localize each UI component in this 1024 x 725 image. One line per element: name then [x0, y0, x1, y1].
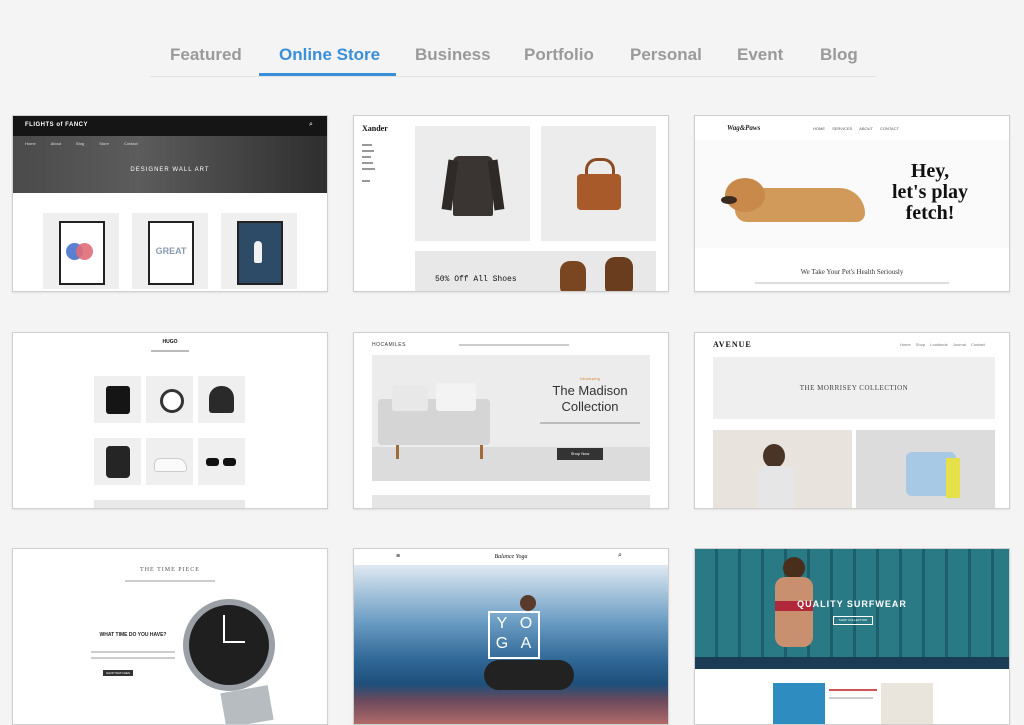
template-nav: Home Shop Lookbook Journal Contact: [900, 342, 985, 347]
tab-featured[interactable]: Featured: [170, 45, 242, 65]
lookbook-image: [713, 430, 852, 508]
product-jacket: [94, 438, 141, 485]
product-bag: [541, 126, 656, 241]
template-logo: Wag&Paws: [727, 124, 761, 132]
template-logo: Xander: [362, 124, 388, 133]
search-icon: ⌕: [309, 121, 313, 128]
template-logo: HOCAMILES: [372, 342, 406, 348]
hero-title: DESIGNER WALL ART: [130, 167, 210, 173]
template-nav: Home About Blog Store Contact: [25, 141, 138, 146]
product-image: [773, 683, 825, 724]
template-nav: HOME SERVICES ABOUT CONTACT: [813, 126, 900, 131]
product-image: [881, 683, 933, 724]
product-beanie: [198, 376, 245, 423]
template-card-hugo[interactable]: HUGO: [12, 332, 328, 509]
hero-question: WHAT TIME DO YOU HAVE?: [99, 632, 167, 638]
collection-banner: THE MORRISEY COLLECTION: [713, 357, 995, 419]
product-print: [43, 213, 119, 289]
shop-collection-button[interactable]: SHOP COLLECTION: [833, 616, 873, 625]
hero-kicker: Introducing: [580, 376, 600, 381]
hero-title: The Madison Collection: [552, 383, 628, 414]
tab-business[interactable]: Business: [415, 45, 491, 65]
shop-watches-button[interactable]: SHOP WATCHES: [103, 670, 133, 676]
template-logo: FLIGHTS of FANCY: [25, 122, 88, 128]
lookbook-image: [856, 430, 995, 508]
template-card-time-piece[interactable]: THE TIME PIECE WHAT TIME DO YOU HAVE? SH…: [12, 548, 328, 725]
hero-image: [695, 549, 1009, 669]
category-tabs: Featured Online Store Business Portfolio…: [150, 40, 876, 77]
sidebar-nav: [362, 144, 382, 182]
template-card-xander[interactable]: Xander 50% Off All Shoes: [353, 115, 669, 292]
tab-event[interactable]: Event: [737, 45, 783, 65]
template-card-wag-paws[interactable]: Wag&Paws HOME SERVICES ABOUT CONTACT Hey…: [694, 115, 1010, 292]
template-card-flights-of-fancy[interactable]: FLIGHTS of FANCY ⌕ Home About Blog Store…: [12, 115, 328, 292]
active-tab-indicator: [259, 73, 396, 76]
template-card-avenue[interactable]: AVENUE Home Shop Lookbook Journal Contac…: [694, 332, 1010, 509]
hero-image: [372, 355, 650, 481]
template-card-surfwear[interactable]: QUALITY SURFWEAR SHOP COLLECTION: [694, 548, 1010, 725]
tab-blog[interactable]: Blog: [820, 45, 858, 65]
search-icon: ⌕: [618, 552, 622, 559]
tab-portfolio[interactable]: Portfolio: [524, 45, 594, 65]
template-logo: HUGO: [162, 339, 178, 345]
product-print: [221, 213, 297, 289]
tab-personal[interactable]: Personal: [630, 45, 702, 65]
shop-now-button[interactable]: Shop Now: [557, 448, 603, 460]
yoga-logo-box: Y O G A: [488, 611, 540, 659]
product-watch: [146, 376, 193, 423]
watch-image: [183, 599, 275, 691]
product-jacket: [415, 126, 530, 241]
product-sunglasses: [198, 438, 245, 485]
hero-title: QUALITY SURFWEAR: [797, 599, 907, 609]
template-card-yoga[interactable]: ≡ Balance Yoga ⌕ Y O G A: [353, 548, 669, 725]
template-card-madison[interactable]: HOCAMILES Introducing The Madison Collec…: [353, 332, 669, 509]
template-logo: AVENUE: [713, 340, 752, 349]
product-print: GREAT: [132, 213, 208, 289]
product-sneaker: [146, 438, 193, 485]
template-nav: [695, 657, 1009, 669]
section-title: We Take Your Pet's Health Seriously: [800, 268, 904, 276]
promo-banner: 50% Off All Shoes: [415, 251, 656, 291]
hero-headline: Hey, let's play fetch!: [891, 160, 969, 224]
tab-online-store[interactable]: Online Store: [279, 45, 380, 65]
template-logo: THE TIME PIECE: [140, 567, 200, 573]
product-tshirt: [94, 376, 141, 423]
